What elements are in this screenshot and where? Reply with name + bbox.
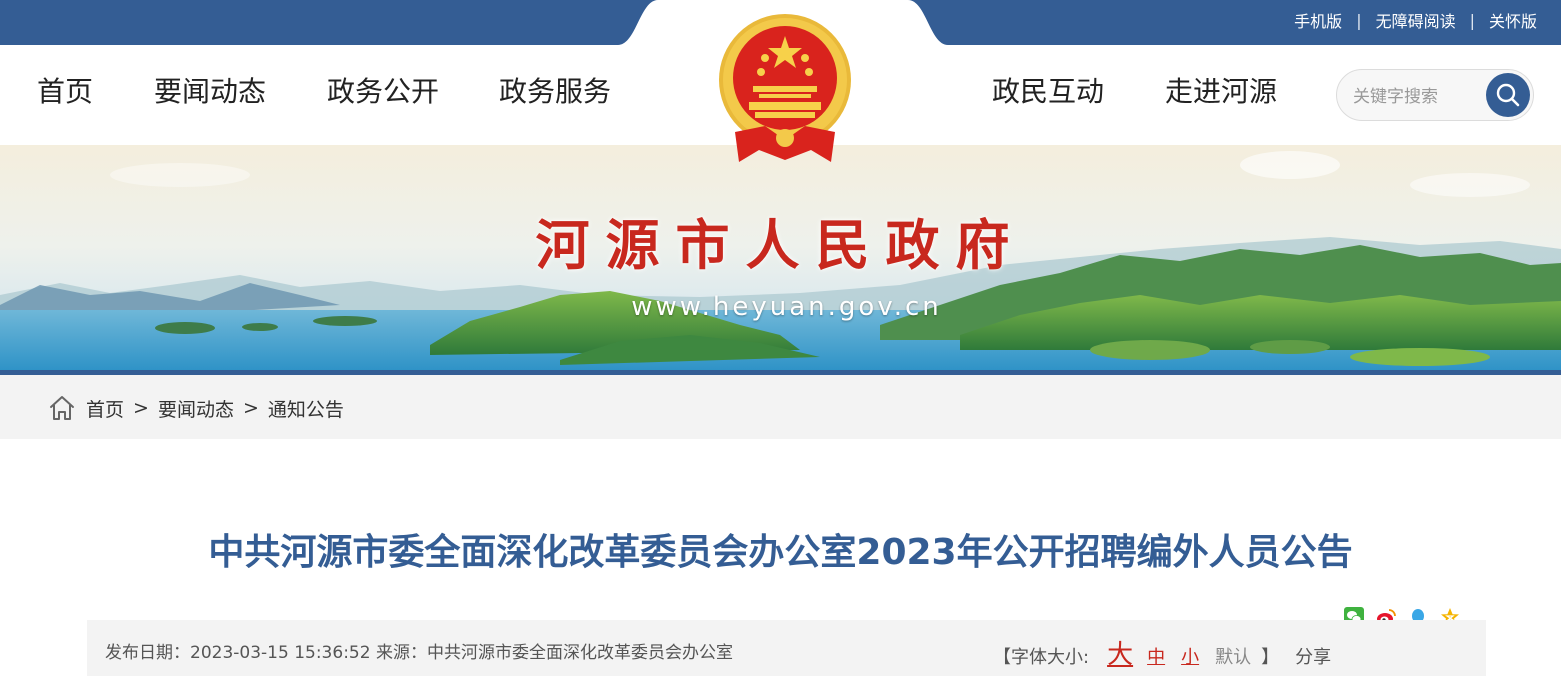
breadcrumb-home[interactable]: 首页 <box>86 395 124 422</box>
font-size-default-button[interactable]: 默认 <box>1215 643 1251 669</box>
share-label[interactable]: 分享 <box>1295 643 1331 669</box>
font-size-medium-button[interactable]: 中 <box>1147 643 1165 669</box>
font-size-close-bracket: 】 <box>1261 647 1280 668</box>
banner: 河源市人民政府 www.heyuan.gov.cn <box>0 145 1561 370</box>
article-meta: 发布日期：2023-03-15 15:36:52 来源：中共河源市委全面深化改革… <box>105 643 733 663</box>
search-icon <box>1496 83 1520 107</box>
top-link-separator: | <box>1469 10 1475 30</box>
breadcrumb-bar: 首页 > 要闻动态 > 通知公告 <box>0 375 1561 439</box>
banner-title: 河源市人民政府 <box>535 213 1026 277</box>
breadcrumb-separator: > <box>133 397 149 419</box>
font-size-small-button[interactable]: 小 <box>1181 643 1199 669</box>
font-size-label: 【字体大小: <box>993 647 1090 668</box>
top-link-separator: | <box>1356 10 1362 30</box>
top-links: 手机版 | 无障碍阅读 | 关怀版 <box>1294 8 1537 32</box>
breadcrumb-news[interactable]: 要闻动态 <box>158 395 234 422</box>
search-input[interactable] <box>1351 84 1485 110</box>
breadcrumb-notices[interactable]: 通知公告 <box>268 395 344 422</box>
accessibility-link[interactable]: 无障碍阅读 <box>1376 8 1456 32</box>
banner-url: www.heyuan.gov.cn <box>631 292 942 322</box>
nav-interaction[interactable]: 政民互动 <box>992 78 1104 106</box>
article-title: 中共河源市委全面深化改革委员会办公室2023年公开招聘编外人员公告 <box>208 532 1353 573</box>
nav-gov-affairs-open[interactable]: 政务公开 <box>327 78 439 106</box>
breadcrumb: 首页 > 要闻动态 > 通知公告 <box>48 394 344 422</box>
nav-gov-services[interactable]: 政务服务 <box>499 78 611 106</box>
font-size-large-button[interactable]: 大 <box>1107 634 1133 671</box>
mobile-version-link[interactable]: 手机版 <box>1294 8 1342 32</box>
home-icon[interactable] <box>48 394 76 422</box>
font-size-controls: 【字体大小: 大 中 小 默认 】 分享 <box>993 634 1331 671</box>
nav-home[interactable]: 首页 <box>37 78 93 106</box>
nav-news[interactable]: 要闻动态 <box>154 78 266 106</box>
search-box <box>1336 69 1534 121</box>
emblem-icon[interactable] <box>715 14 855 166</box>
search-button[interactable] <box>1486 73 1530 117</box>
care-version-link[interactable]: 关怀版 <box>1489 8 1537 32</box>
breadcrumb-separator: > <box>242 397 259 419</box>
article-meta-bar: 发布日期：2023-03-15 15:36:52 来源：中共河源市委全面深化改革… <box>87 620 1486 676</box>
nav-about-heyuan[interactable]: 走进河源 <box>1165 78 1277 106</box>
